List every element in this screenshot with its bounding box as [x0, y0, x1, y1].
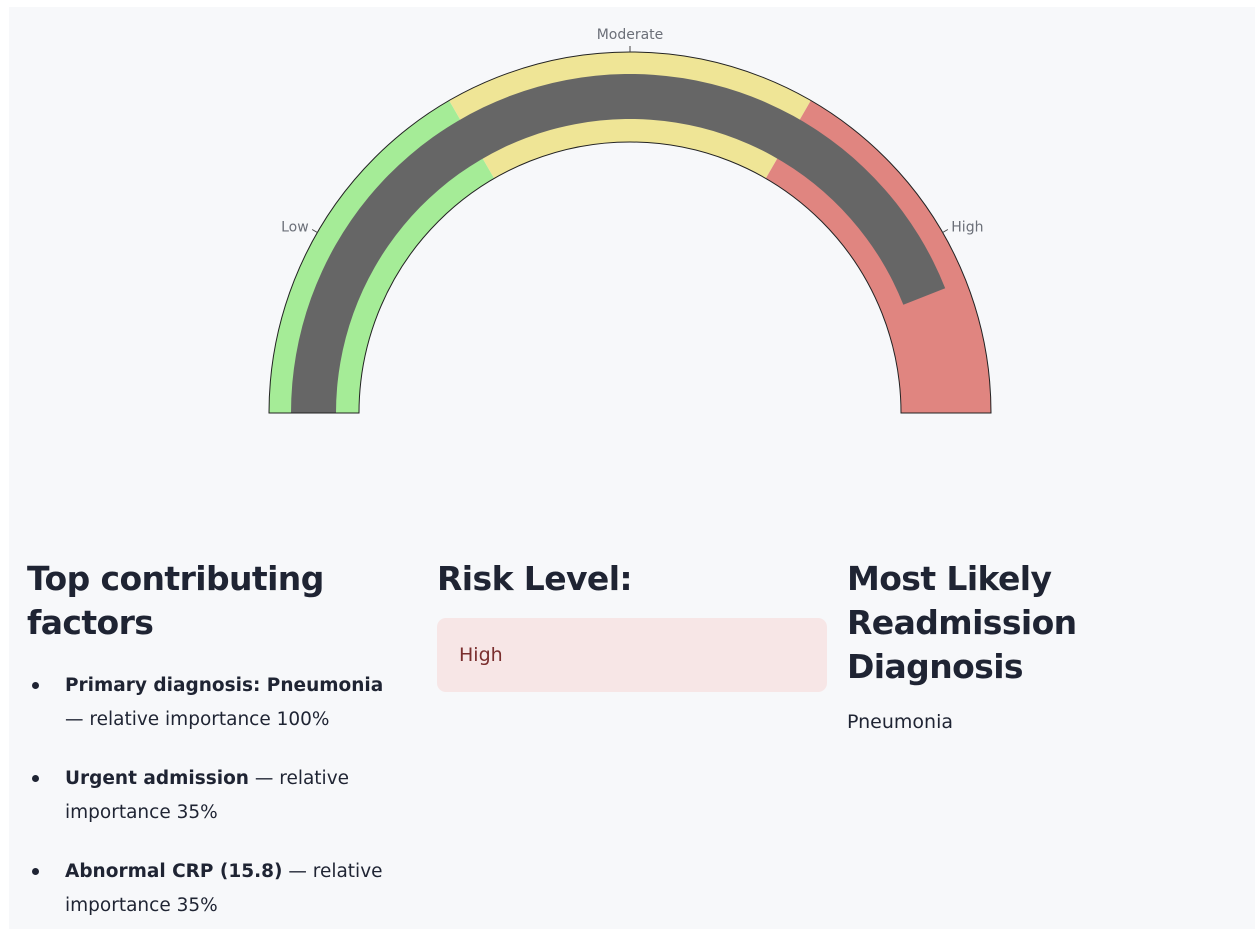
- factor-name: Urgent admission: [65, 768, 249, 789]
- diagnosis-section: Most Likely Readmission Diagnosis Pneumo…: [847, 557, 1247, 733]
- factor-item: Urgent admission — relative importance 3…: [27, 762, 397, 830]
- diagnosis-value: Pneumonia: [847, 711, 953, 733]
- risk-level-section: Risk Level: High: [437, 557, 827, 692]
- gauge-tick: [942, 229, 949, 233]
- factor-item: Primary diagnosis: Pneumonia — relative …: [27, 669, 397, 737]
- gauge-tick-label: Low: [281, 220, 309, 236]
- factors-list: Primary diagnosis: Pneumonia — relative …: [27, 669, 397, 923]
- bullet-icon: [32, 868, 39, 875]
- factor-name: Abnormal CRP (15.8): [65, 861, 283, 882]
- gauge-tick-label: Moderate: [597, 27, 664, 43]
- risk-level-alert: High: [437, 618, 827, 692]
- risk-gauge: Low Moderate High: [268, 27, 992, 414]
- bullet-icon: [32, 775, 39, 782]
- factors-heading: Top contributing factors: [27, 559, 324, 642]
- risk-dashboard: Low Moderate High Top contributing factors…: [9, 7, 1255, 929]
- risk-heading: Risk Level:: [437, 559, 633, 598]
- bullet-icon: [32, 682, 39, 689]
- diagnosis-heading: Most Likely Readmission Diagnosis: [847, 559, 1077, 686]
- gauge-tick: [311, 229, 318, 233]
- factor-name: Primary diagnosis: Pneumonia: [65, 675, 384, 696]
- risk-level-value: High: [459, 644, 503, 666]
- contributing-factors-section: Top contributing factors Primary diagnos…: [27, 557, 397, 929]
- gauge-tick-label: High: [951, 220, 983, 236]
- factor-importance: — relative importance 100%: [65, 709, 330, 730]
- factor-item: Abnormal CRP (15.8) — relative importanc…: [27, 855, 397, 923]
